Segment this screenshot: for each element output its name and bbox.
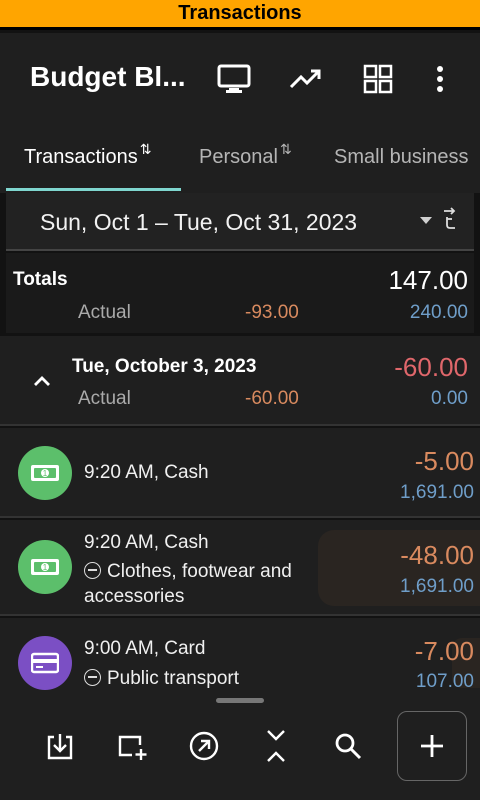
- time-account: 9:20 AM, Cash: [84, 532, 209, 553]
- tab-bar: Transactions ⇅ Personal ⇅ Small business: [0, 125, 480, 193]
- account-balance: 1,691.00: [400, 482, 474, 503]
- credit-card-icon: [18, 636, 72, 690]
- day-group-header[interactable]: Tue, October 3, 2023 -60.00 Actual -60.0…: [0, 336, 480, 426]
- actual-label: Actual: [78, 388, 131, 409]
- transaction-row[interactable]: 1 9:20 AM, Cash -5.00 1,691.00: [0, 428, 480, 518]
- monitor-icon[interactable]: [216, 61, 252, 97]
- transaction-category: Public transport: [84, 666, 324, 691]
- tab-personal[interactable]: Personal ⇅: [199, 141, 292, 169]
- day-total: -60.00: [394, 352, 468, 382]
- swipe-icon[interactable]: [438, 205, 460, 236]
- add-icon: [421, 735, 443, 757]
- app-bar: Budget Bl...: [0, 33, 480, 125]
- cash-icon: 1: [18, 540, 72, 594]
- import-icon[interactable]: [44, 730, 76, 762]
- tab-link-icon: ⇅: [139, 141, 152, 157]
- day-date: Tue, October 3, 2023: [72, 356, 257, 377]
- actual-income: 240.00: [409, 302, 468, 323]
- tab-transactions[interactable]: Transactions ⇅: [24, 141, 151, 169]
- budget-title[interactable]: Budget Bl...: [30, 61, 186, 93]
- grid-icon[interactable]: [362, 63, 394, 95]
- trending-up-icon[interactable]: [288, 63, 324, 95]
- actual-expense: -60.00: [245, 388, 299, 409]
- category-label: Public transport: [107, 668, 240, 689]
- expense-icon: [84, 669, 101, 686]
- actual-label: Actual: [78, 302, 131, 323]
- tab-label: Transactions: [24, 146, 138, 168]
- svg-text:1: 1: [43, 563, 48, 572]
- transaction-amount: -48.00: [400, 540, 474, 570]
- transaction-category: Clothes, footwear and accessories: [84, 559, 324, 609]
- window-title: Transactions: [178, 2, 302, 24]
- category-label: Clothes, footwear and accessories: [84, 561, 292, 607]
- tab-small-business[interactable]: Small business: [334, 145, 469, 169]
- tab-label: Small business: [334, 146, 469, 168]
- dropdown-arrow-icon[interactable]: [420, 217, 432, 224]
- account-balance: 1,691.00: [400, 576, 474, 597]
- chevron-up-icon[interactable]: [33, 374, 50, 390]
- tab-label: Personal: [199, 146, 278, 168]
- totals-section: Totals 147.00 Actual -93.00 240.00: [6, 253, 474, 333]
- more-vert-icon[interactable]: [428, 63, 452, 95]
- add-transaction-button[interactable]: [397, 711, 467, 781]
- transaction-row[interactable]: 1 9:20 AM, Cash Clothes, footwear and ac…: [0, 520, 480, 616]
- totals-label: Totals: [13, 269, 68, 290]
- time-account: 9:20 AM, Cash: [84, 462, 209, 483]
- expense-icon: [84, 562, 101, 579]
- bottom-toolbar: [0, 690, 480, 800]
- collapse-all-icon[interactable]: [260, 730, 292, 762]
- actual-income: 0.00: [431, 388, 468, 409]
- tab-indicator: [6, 188, 181, 191]
- transaction-amount: -7.00: [414, 636, 474, 666]
- arrow-circle-icon[interactable]: [188, 730, 220, 762]
- time-account: 9:00 AM, Card: [84, 638, 206, 659]
- window-title-bar: Transactions: [0, 0, 480, 30]
- tab-link-icon: ⇅: [279, 141, 292, 157]
- period-selector[interactable]: Sun, Oct 1 – Tue, Oct 31, 2023: [6, 193, 474, 251]
- search-icon[interactable]: [332, 730, 364, 762]
- actual-expense: -93.00: [245, 302, 299, 323]
- cash-icon: 1: [18, 446, 72, 500]
- drag-handle[interactable]: [216, 698, 264, 703]
- add-card-icon[interactable]: [116, 730, 148, 762]
- svg-text:1: 1: [43, 469, 48, 478]
- period-range: Sun, Oct 1 – Tue, Oct 31, 2023: [40, 209, 358, 235]
- totals-value: 147.00: [388, 265, 468, 295]
- transaction-amount: -5.00: [414, 446, 474, 476]
